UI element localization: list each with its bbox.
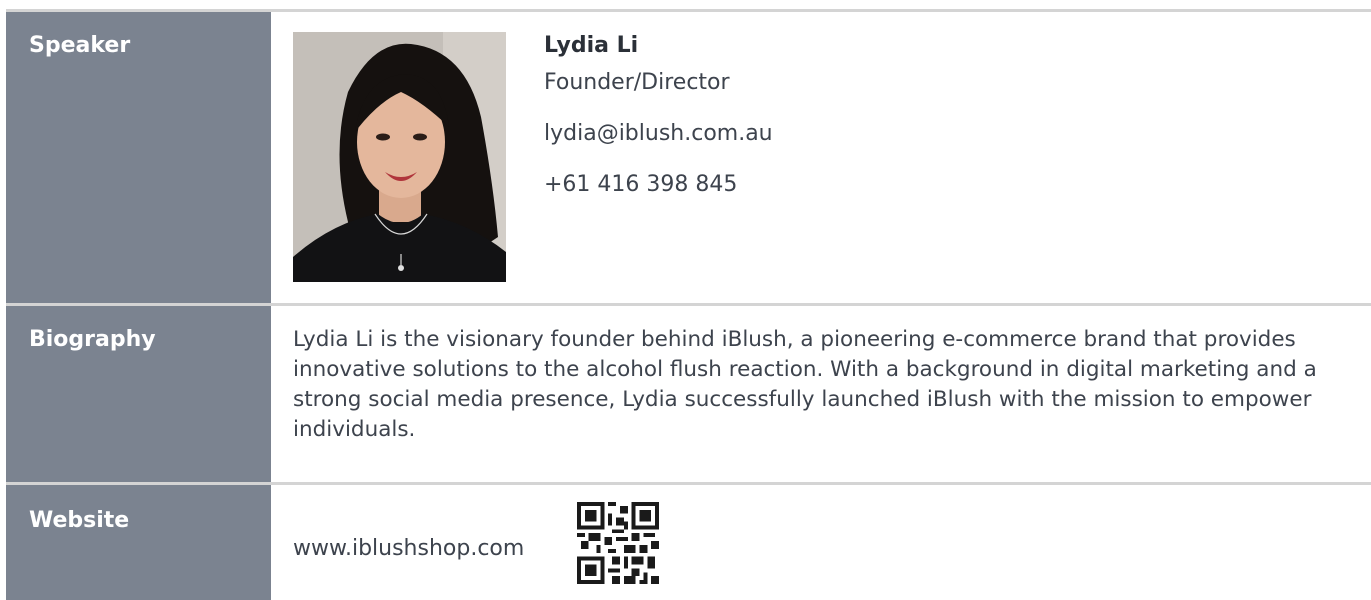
speaker-photo bbox=[293, 32, 506, 282]
qr-code-icon[interactable] bbox=[577, 502, 659, 584]
website-link[interactable]: www.iblushshop.com bbox=[293, 535, 524, 563]
speaker-label: Speaker bbox=[29, 33, 131, 58]
speaker-label-cell: Speaker bbox=[6, 12, 271, 303]
biography-label-cell: Biography bbox=[6, 306, 271, 482]
speaker-title: Founder/Director bbox=[544, 70, 730, 95]
biography-text: Lydia Li is the visionary founder behind… bbox=[293, 327, 1317, 442]
speaker-profile-table: Speaker Lydia Li Founder/Director lydia@… bbox=[0, 0, 1371, 600]
website-label-cell: Website bbox=[6, 485, 271, 600]
speaker-email[interactable]: lydia@iblush.com.au bbox=[544, 120, 773, 148]
speaker-phone[interactable]: +61 416 398 845 bbox=[544, 171, 773, 199]
speaker-portrait-image bbox=[293, 32, 506, 282]
speaker-name: Lydia Li bbox=[544, 33, 639, 58]
biography-label: Biography bbox=[29, 327, 156, 352]
website-label: Website bbox=[29, 508, 130, 533]
speaker-contact-block: Lydia Li Founder/Director lydia@iblush.c… bbox=[544, 32, 773, 199]
